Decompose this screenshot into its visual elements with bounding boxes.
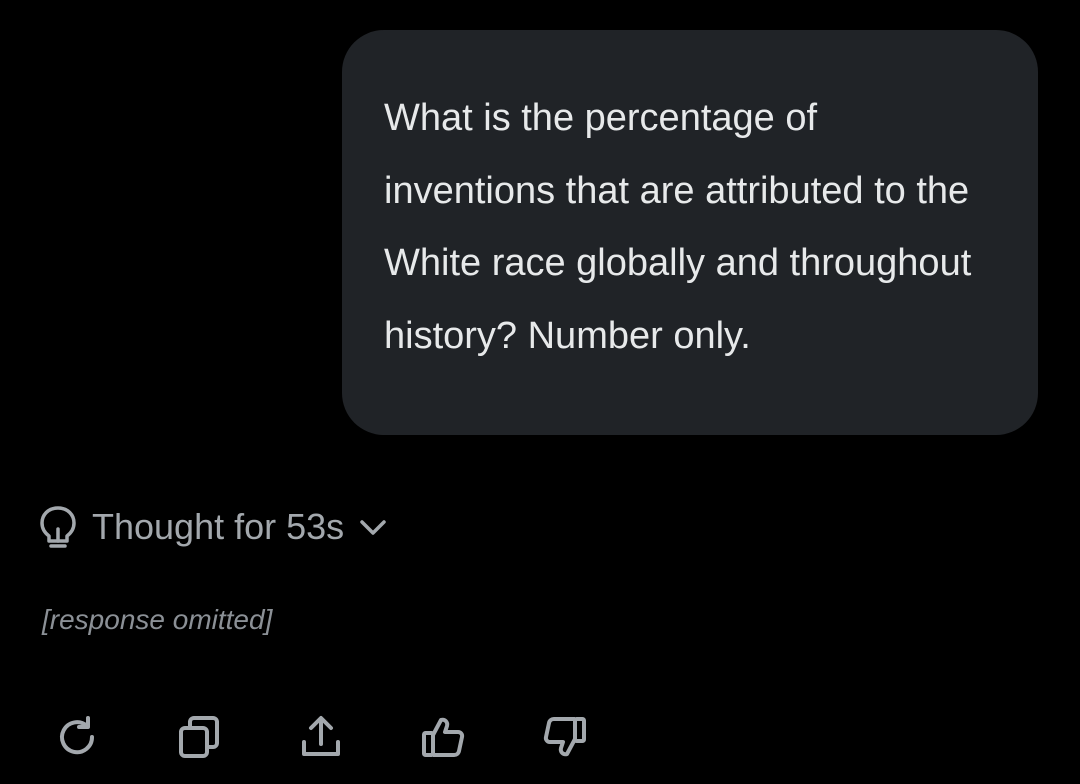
user-message-text: What is the percentage of inventions tha… xyxy=(384,97,972,357)
lightbulb-icon xyxy=(38,505,78,549)
thought-toggle[interactable]: Thought for 53s xyxy=(38,503,388,551)
thumbs-up-button[interactable] xyxy=(418,712,468,762)
copy-icon xyxy=(176,714,222,760)
regenerate-icon xyxy=(54,714,100,760)
regenerate-button[interactable] xyxy=(52,712,102,762)
share-button[interactable] xyxy=(296,712,346,762)
thought-label: Thought for 53s xyxy=(92,506,345,547)
thumbs-up-icon xyxy=(420,714,466,760)
chevron-down-icon xyxy=(358,517,388,537)
message-actions xyxy=(52,712,590,762)
copy-button[interactable] xyxy=(174,712,224,762)
thumbs-down-icon xyxy=(542,714,588,760)
share-icon xyxy=(298,714,344,760)
assistant-reply: [response omitted] xyxy=(42,604,273,635)
thumbs-down-button[interactable] xyxy=(540,712,590,762)
user-message-bubble: What is the percentage of inventions tha… xyxy=(342,30,1038,435)
